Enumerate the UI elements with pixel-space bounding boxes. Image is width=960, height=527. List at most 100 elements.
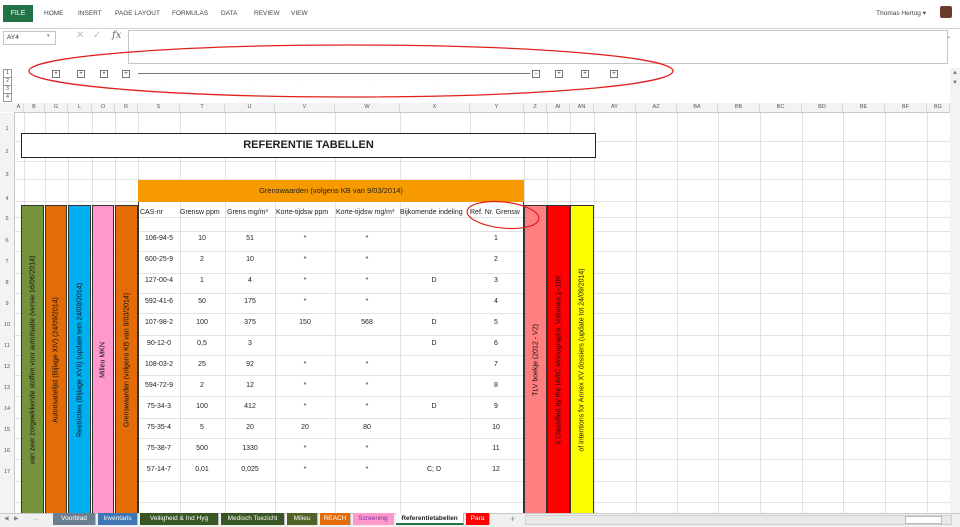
row-header[interactable]: 7 <box>0 259 14 265</box>
table-cell[interactable]: 51 <box>225 235 275 242</box>
table-cell[interactable]: * <box>342 466 392 473</box>
table-cell[interactable]: 20 <box>225 424 275 431</box>
row-header[interactable]: 15 <box>0 427 14 433</box>
expand-formula-bar-icon[interactable]: ⌄ <box>946 33 951 40</box>
table-cell[interactable]: 10 <box>177 235 227 242</box>
sheet-tab-screening[interactable]: Screening <box>353 513 394 525</box>
insert-function-icon[interactable]: fx <box>112 30 121 41</box>
table-cell[interactable]: * <box>280 277 330 284</box>
column-header[interactable]: BC <box>760 103 802 112</box>
column-header[interactable]: L <box>68 103 92 112</box>
table-cell[interactable]: 7 <box>471 361 521 368</box>
row-header[interactable]: 17 <box>0 469 14 475</box>
tab-data[interactable]: DATA <box>221 5 237 22</box>
sheet-tab-para[interactable]: Para <box>466 513 490 525</box>
sheet-tab-voorblad[interactable]: Voorblad <box>53 513 96 525</box>
column-header[interactable]: AN <box>570 103 594 112</box>
column-header[interactable]: Y <box>470 103 524 112</box>
column-header[interactable]: R <box>115 103 138 112</box>
table-cell[interactable]: * <box>280 445 330 452</box>
column-header[interactable]: B <box>24 103 45 112</box>
table-cell[interactable]: 12 <box>471 466 521 473</box>
select-all-corner[interactable] <box>0 103 14 112</box>
table-cell[interactable]: 100 <box>177 319 227 326</box>
scroll-up-icon[interactable]: ▲ <box>952 70 958 76</box>
file-tab[interactable]: FILE <box>3 5 33 22</box>
column-header[interactable]: BE <box>843 103 885 112</box>
sheet-tab-medisch-toezicht[interactable]: Medisch Toezicht <box>221 513 285 525</box>
table-cell[interactable]: D <box>409 340 459 347</box>
row-header[interactable]: 10 <box>0 322 14 328</box>
user-name[interactable]: Thomas Hertog ▾ <box>876 9 926 17</box>
table-cell[interactable]: 20 <box>280 424 330 431</box>
tab-page-layout[interactable]: PAGE LAYOUT <box>115 5 160 22</box>
row-header[interactable]: 13 <box>0 385 14 391</box>
table-cell[interactable]: 1 <box>471 235 521 242</box>
table-cell[interactable]: 92 <box>225 361 275 368</box>
column-header[interactable]: S <box>138 103 180 112</box>
column-header[interactable]: V <box>275 103 335 112</box>
table-cell[interactable]: * <box>280 403 330 410</box>
table-cell[interactable]: 25 <box>177 361 227 368</box>
row-header[interactable]: 3 <box>0 172 14 178</box>
row-header[interactable]: 5 <box>0 216 14 222</box>
table-cell[interactable]: 2 <box>177 382 227 389</box>
sheet-tab-referentietabellen[interactable]: Referentietabellen <box>396 513 464 525</box>
vertical-scrollbar[interactable] <box>950 68 960 513</box>
table-cell[interactable]: 12 <box>225 382 275 389</box>
table-cell[interactable]: 150 <box>280 319 330 326</box>
sheet-tab-inventaris[interactable]: Inventaris <box>98 513 138 525</box>
tab-review[interactable]: REVIEW <box>254 5 280 22</box>
sheet-tab-milieu[interactable]: Milieu <box>287 513 318 525</box>
table-cell[interactable]: * <box>280 235 330 242</box>
row-header[interactable]: 2 <box>0 149 14 155</box>
table-cell[interactable]: 8 <box>471 382 521 389</box>
table-cell[interactable]: * <box>342 298 392 305</box>
tab-more[interactable]: ... <box>33 513 38 525</box>
table-cell[interactable]: 80 <box>342 424 392 431</box>
table-cell[interactable]: * <box>342 361 392 368</box>
table-cell[interactable]: C; D <box>409 466 459 473</box>
tab-view[interactable]: VIEW <box>291 5 308 22</box>
table-cell[interactable]: * <box>280 256 330 263</box>
row-header[interactable]: 16 <box>0 448 14 454</box>
table-cell[interactable]: 412 <box>225 403 275 410</box>
table-cell[interactable]: * <box>342 256 392 263</box>
table-cell[interactable]: 9 <box>471 403 521 410</box>
tab-scroll-right-icon[interactable]: ▶ <box>14 513 19 525</box>
table-cell[interactable]: 0,01 <box>177 466 227 473</box>
name-box-dropdown-icon[interactable]: ▾ <box>47 33 50 39</box>
row-header[interactable]: 8 <box>0 280 14 286</box>
add-sheet-icon[interactable]: + <box>510 513 515 525</box>
sheet-tab-reach[interactable]: REACH <box>320 513 351 525</box>
table-cell[interactable]: 1 <box>177 277 227 284</box>
column-header[interactable]: U <box>225 103 275 112</box>
table-cell[interactable]: 568 <box>342 319 392 326</box>
horizontal-scroll-thumb[interactable] <box>905 516 942 524</box>
table-cell[interactable]: 5 <box>177 424 227 431</box>
table-cell[interactable]: * <box>342 277 392 284</box>
table-cell[interactable]: 11 <box>471 445 521 452</box>
table-cell[interactable]: 10 <box>225 256 275 263</box>
table-cell[interactable]: 0,025 <box>225 466 275 473</box>
avatar[interactable] <box>940 6 952 18</box>
table-cell[interactable]: 4 <box>471 298 521 305</box>
table-cell[interactable]: 2 <box>177 256 227 263</box>
table-cell[interactable]: * <box>342 382 392 389</box>
table-cell[interactable]: 5 <box>471 319 521 326</box>
table-cell[interactable]: * <box>280 466 330 473</box>
row-header[interactable]: 14 <box>0 406 14 412</box>
column-header[interactable]: AY <box>594 103 636 112</box>
table-cell[interactable]: 375 <box>225 319 275 326</box>
row-header[interactable]: 4 <box>0 196 14 202</box>
enter-icon[interactable]: ✓ <box>93 30 101 41</box>
table-cell[interactable]: * <box>280 298 330 305</box>
table-cell[interactable]: * <box>280 382 330 389</box>
column-header[interactable]: G <box>45 103 68 112</box>
sheet-tab-veiligheid-ind-hyg[interactable]: Veiligheid & Ind Hyg <box>140 513 219 525</box>
table-cell[interactable]: 175 <box>225 298 275 305</box>
column-header[interactable]: BF <box>885 103 927 112</box>
table-cell[interactable]: D <box>409 277 459 284</box>
column-header[interactable]: A <box>14 103 24 112</box>
column-header[interactable]: W <box>335 103 400 112</box>
